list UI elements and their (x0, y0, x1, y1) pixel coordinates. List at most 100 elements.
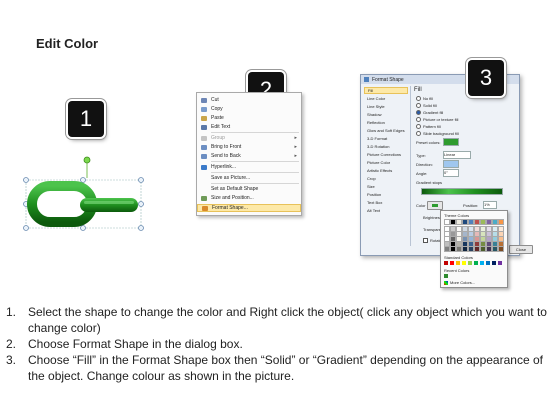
standard-color-swatch[interactable] (498, 261, 502, 265)
submenu-arrow-icon: ▸ (294, 135, 297, 141)
angle-field[interactable]: 0° (443, 169, 459, 177)
fill-option-gradient[interactable]: Gradient fill (416, 110, 443, 115)
fill-option-none[interactable]: No fill (416, 96, 433, 101)
menu-separator (211, 183, 299, 184)
submenu-arrow-icon: ▸ (294, 153, 297, 159)
color-picker-popup: Theme Colors Standard Colors Recent Colo… (440, 210, 508, 288)
standard-colors-row (444, 261, 504, 266)
standard-color-swatch[interactable] (480, 261, 484, 265)
menu-item-group: Group ▸ (197, 134, 301, 142)
fill-option-picture[interactable]: Picture or texture fill (416, 117, 458, 122)
rotate-checkbox[interactable]: Rotate (423, 238, 442, 243)
instruction-item: 2. Choose Format Shape in the dialog box… (6, 337, 243, 351)
color-picker-button[interactable] (427, 201, 443, 210)
menu-item-label: Paste (211, 115, 224, 121)
radio-icon (416, 96, 421, 101)
category-picture-corrections[interactable]: Picture Corrections (364, 151, 408, 158)
menu-separator (211, 132, 299, 133)
menu-item-label: Cut (211, 97, 219, 103)
menu-item-send-to-back[interactable]: Send to Back ▸ (197, 152, 301, 160)
radio-icon (416, 103, 421, 108)
category-alt-text[interactable]: Alt Text (364, 207, 408, 214)
category-3d-rotation[interactable]: 3-D Rotation (364, 143, 408, 150)
type-dropdown[interactable]: Linear (443, 151, 471, 159)
dialog-title: Format Shape (372, 76, 404, 83)
paint-bucket-icon (432, 204, 438, 207)
radio-icon (416, 117, 421, 122)
type-label: Type: (416, 153, 426, 158)
instructions-list: 1. Select the shape to change the color … (6, 304, 554, 384)
category-size[interactable]: Size (364, 183, 408, 190)
page-title: Edit Color (36, 36, 99, 51)
menu-item-bring-to-front[interactable]: Bring to Front ▸ (197, 143, 301, 151)
close-button[interactable]: Close (509, 245, 533, 254)
category-crop[interactable]: Crop (364, 175, 408, 182)
category-glow[interactable]: Glow and Soft Edges (364, 127, 408, 134)
menu-item-label: Send to Back (211, 153, 241, 159)
preset-colors-label: Preset colors: (416, 140, 441, 145)
menu-item-save-as-picture[interactable]: Save as Picture... (197, 174, 301, 182)
fill-section-title: Fill (414, 87, 422, 93)
menu-item-label: Hyperlink... (211, 164, 237, 170)
position-field[interactable]: 1% (483, 201, 497, 209)
submenu-arrow-icon: ▸ (294, 144, 297, 150)
hyperlink-icon (201, 164, 207, 170)
standard-color-swatch[interactable] (486, 261, 490, 265)
more-colors-item[interactable]: More Colors... (444, 280, 475, 285)
fill-option-slide-background[interactable]: Slide background fill (416, 131, 459, 136)
theme-colors-grid (444, 219, 504, 252)
category-3d-format[interactable]: 3-D Format (364, 135, 408, 142)
menu-item-label: Set as Default Shape (211, 186, 259, 192)
color-wheel-icon (444, 280, 448, 285)
category-divider (410, 86, 411, 246)
direction-label: Direction: (416, 162, 433, 167)
recent-colors-label: Recent Colors (444, 268, 470, 273)
paste-icon (201, 115, 207, 121)
instruction-item: 3. Choose “Fill” in the Format Shape box… (6, 353, 543, 383)
group-icon (201, 135, 207, 141)
category-shadow[interactable]: Shadow (364, 111, 408, 118)
category-reflection[interactable]: Reflection (364, 119, 408, 126)
direction-dropdown[interactable] (443, 160, 459, 168)
standard-color-swatch[interactable] (468, 261, 472, 265)
theme-color-swatch[interactable] (498, 246, 504, 252)
category-line-color[interactable]: Line Color (364, 95, 408, 102)
category-text-box[interactable]: Text Box (364, 199, 408, 206)
category-fill[interactable]: Fill (364, 87, 408, 94)
preset-colors-dropdown[interactable] (443, 138, 459, 146)
copy-icon (201, 106, 207, 112)
category-artistic-effects[interactable]: Artistic Effects (364, 167, 408, 174)
fill-option-pattern[interactable]: Pattern fill (416, 124, 441, 129)
menu-item-cut[interactable]: Cut (197, 96, 301, 104)
menu-item-hyperlink[interactable]: Hyperlink... (197, 163, 301, 171)
standard-color-swatch[interactable] (444, 261, 448, 265)
fill-option-solid[interactable]: Solid fill (416, 103, 437, 108)
standard-color-swatch[interactable] (450, 261, 454, 265)
color-label: Color (416, 203, 426, 208)
menu-separator (211, 161, 299, 162)
standard-color-swatch[interactable] (462, 261, 466, 265)
category-picture-color[interactable]: Picture Color (364, 159, 408, 166)
chain-link-shape[interactable] (18, 150, 150, 240)
menu-item-format-shape[interactable]: Format Shape... (197, 204, 301, 212)
gradient-stops-bar[interactable] (421, 188, 503, 195)
bring-front-icon (201, 144, 207, 150)
context-menu: Cut Copy Paste Edit Text Group ▸ Bring t… (196, 92, 302, 216)
menu-item-copy[interactable]: Copy (197, 105, 301, 113)
send-back-icon (201, 153, 207, 159)
menu-item-edit-text[interactable]: Edit Text (197, 123, 301, 131)
category-position[interactable]: Position (364, 191, 408, 198)
recent-color-swatch[interactable] (444, 274, 448, 278)
gradient-stops-label: Gradient stops (416, 180, 443, 185)
app-icon (364, 77, 369, 82)
position-label: Position: (463, 203, 479, 208)
standard-color-swatch[interactable] (456, 261, 460, 265)
menu-item-paste[interactable]: Paste (197, 114, 301, 122)
menu-item-size-and-position[interactable]: Size and Position... (197, 194, 301, 202)
theme-color-swatch[interactable] (498, 219, 504, 225)
standard-color-swatch[interactable] (474, 261, 478, 265)
menu-item-set-default-shape[interactable]: Set as Default Shape (197, 185, 301, 193)
recent-colors-row (444, 274, 504, 279)
standard-color-swatch[interactable] (492, 261, 496, 265)
category-line-style[interactable]: Line Style (364, 103, 408, 110)
